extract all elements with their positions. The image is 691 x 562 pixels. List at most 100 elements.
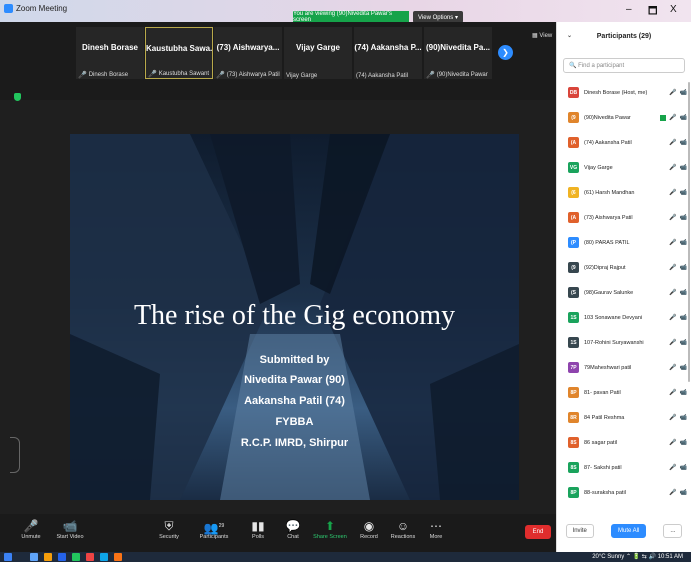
- taskbar-app-icon[interactable]: [30, 553, 38, 561]
- video-tile[interactable]: (74) Aakansha P... (74) Aakansha Patil: [354, 27, 422, 79]
- video-strip: Dinesh Borase 🎤 Dinesh Borase Kaustubha S…: [0, 22, 556, 100]
- chevron-down-icon[interactable]: ⌄: [567, 32, 572, 39]
- participant-row[interactable]: 7P 79Maheshwari patil 🎤 📹: [557, 355, 691, 380]
- participant-row[interactable]: (9 (92)Dipraj Rajput 🎤 📹: [557, 255, 691, 280]
- unmute-button[interactable]: 🎤 Unmute: [18, 518, 44, 540]
- side-panel-handle[interactable]: [10, 437, 20, 473]
- video-tile[interactable]: Dinesh Borase 🎤 Dinesh Borase: [76, 27, 144, 79]
- participant-row[interactable]: (6 (61) Harsh Mandhan 🎤 📹: [557, 180, 691, 205]
- video-off-icon: 📹: [679, 365, 687, 371]
- security-button[interactable]: ⛨ Security: [154, 518, 184, 540]
- mic-icon: 🎤: [669, 140, 677, 146]
- share-screen-icon: ⬆: [324, 519, 336, 533]
- start-video-button[interactable]: 📹 Start Video: [52, 518, 88, 540]
- video-off-icon: 📹: [679, 465, 687, 471]
- mic-muted-icon: 🎤: [669, 415, 677, 421]
- more-icon: ⋯: [430, 519, 442, 533]
- mic-muted-icon: 🎤: [669, 490, 677, 496]
- participant-status-icons: 🎤 📹: [669, 164, 687, 171]
- slide-line: Nivedita Pawar (90): [244, 374, 345, 386]
- zoom-logo-icon: [4, 4, 13, 13]
- taskbar-app-icon[interactable]: [100, 553, 108, 561]
- video-off-icon: 📹: [679, 390, 687, 396]
- next-page-icon[interactable]: ❯: [498, 45, 513, 60]
- participant-status-icons: 🎤 📹: [669, 439, 687, 446]
- participant-row[interactable]: (S (98)Gaurav Salunke 🎤 📹: [557, 280, 691, 305]
- mic-muted-icon: 🎤: [148, 71, 157, 78]
- taskbar-app-icon[interactable]: [58, 553, 66, 561]
- participant-search-input[interactable]: 🔍 Find a participant: [563, 58, 685, 73]
- tile-name: Vijay Garge: [296, 43, 340, 52]
- taskbar-app-icon[interactable]: [44, 553, 52, 561]
- video-tile[interactable]: (73) Aishwarya... 🎤 (73) Aishwarya Patil: [214, 27, 282, 79]
- participant-row[interactable]: VG Vijay Garge 🎤 📹: [557, 155, 691, 180]
- tile-label: 🎤 Kaustubha Sawant: [148, 71, 210, 78]
- mic-muted-icon: 🎤: [669, 290, 677, 296]
- participant-row[interactable]: 8P 88-suraksha patil 🎤 📹: [557, 480, 691, 505]
- participant-status-icons: 🎤 📹: [669, 89, 687, 96]
- video-off-icon: 📹: [679, 115, 687, 121]
- taskbar-app-icon[interactable]: [114, 553, 122, 561]
- windows-start-icon[interactable]: [4, 553, 12, 561]
- close-button[interactable]: X: [670, 4, 677, 15]
- maximize-button[interactable]: 🗖: [648, 4, 658, 21]
- taskbar-app-icon[interactable]: [86, 553, 94, 561]
- participant-row[interactable]: 8R 84 Patil Reshma 🎤 📹: [557, 405, 691, 430]
- video-off-icon: 📹: [679, 140, 687, 146]
- chat-icon: 💬: [285, 519, 301, 533]
- participant-status-icons: 🎤 📹: [669, 214, 687, 221]
- mic-muted-icon: 🎤: [426, 72, 435, 79]
- more-button[interactable]: ⋯ More: [424, 518, 448, 540]
- tile-label: Vijay Garge: [286, 73, 318, 79]
- tile-label: 🎤 Dinesh Borase: [78, 72, 129, 79]
- mic-muted-icon: 🎤: [669, 365, 677, 371]
- participant-row[interactable]: (A (74) Aakansha Patil 🎤 📹: [557, 130, 691, 155]
- video-tile[interactable]: Vijay Garge Vijay Garge: [284, 27, 352, 79]
- scrollbar[interactable]: [688, 82, 690, 382]
- participant-name: Dinesh Borase (Host, me): [584, 89, 648, 96]
- video-off-icon: 📹: [679, 290, 687, 296]
- tile-name: Kaustubha Sawa...: [146, 44, 212, 53]
- mute-all-button[interactable]: Mute All: [610, 524, 647, 538]
- shared-screen-slide: The rise of the Gig economy Submitted by…: [70, 134, 519, 500]
- participant-row[interactable]: 8S 86 sagar patil 🎤 📹: [557, 430, 691, 455]
- participant-row[interactable]: 8S 87- Sakshi patil 🎤 📹: [557, 455, 691, 480]
- participant-name: (98)Gaurav Salunke: [584, 289, 634, 296]
- video-tile-active[interactable]: Kaustubha Sawa... 🎤 Kaustubha Sawant: [145, 27, 213, 79]
- participant-row[interactable]: (9 (90)Nivedita Pawar 🎤 📹: [557, 105, 691, 130]
- participant-status-icons: 🎤 📹: [669, 414, 687, 421]
- participants-button[interactable]: 👥29 Participants: [196, 518, 232, 540]
- participant-row[interactable]: DB Dinesh Borase (Host, me) 🎤 📹: [557, 80, 691, 105]
- invite-button[interactable]: Invite: [565, 524, 594, 538]
- participant-list: DB Dinesh Borase (Host, me) 🎤 📹 (9 (90)Nivedi…: [557, 80, 691, 505]
- more-options-button[interactable]: ...: [663, 524, 683, 538]
- end-button[interactable]: End: [525, 525, 551, 539]
- participant-row[interactable]: (P (80) PARAS PATIL 🎤 📹: [557, 230, 691, 255]
- mic-muted-icon: 🎤: [216, 72, 225, 79]
- polls-button[interactable]: ▮▮ Polls: [246, 518, 270, 540]
- tile-name: Dinesh Borase: [81, 43, 139, 52]
- minimize-button[interactable]: –: [626, 4, 632, 15]
- avatar: (6: [568, 187, 579, 198]
- participant-row[interactable]: 1S 103 Sonawane Devyani 🎤 📹: [557, 305, 691, 330]
- tile-label: 🎤 (90)Nivedita Pawar: [426, 72, 488, 79]
- view-button[interactable]: ▦ View: [532, 32, 552, 39]
- taskbar-app-icon[interactable]: [72, 553, 80, 561]
- video-tile[interactable]: (90)Nivedita Pa... 🎤 (90)Nivedita Pawar: [424, 27, 492, 79]
- reactions-button[interactable]: ☺ Reactions: [388, 518, 418, 540]
- participant-name: 79Maheshwari patil: [584, 364, 632, 371]
- participant-row[interactable]: 8P 81- pavan Patil 🎤 📹: [557, 380, 691, 405]
- mic-muted-icon: 🎤: [669, 115, 677, 121]
- participant-status-icons: 🎤 📹: [669, 239, 687, 246]
- avatar: (S: [568, 287, 579, 298]
- chat-button[interactable]: 💬 Chat: [282, 518, 304, 540]
- participant-row[interactable]: (A (73) Aishwarya Patil 🎤 📹: [557, 205, 691, 230]
- avatar: 1S: [568, 337, 579, 348]
- reactions-icon: ☺: [396, 519, 410, 533]
- mic-muted-icon: 🎤: [78, 72, 87, 79]
- share-screen-button[interactable]: ⬆ Share Screen: [312, 518, 348, 540]
- mic-muted-icon: 🎤: [669, 340, 677, 346]
- participant-row[interactable]: 1S 107-Rohini Suryawanshi 🎤 📹: [557, 330, 691, 355]
- windows-taskbar: 20°C Sunny ⌃ 🔋 ⇆ 🔊 10:51 AM: [0, 552, 691, 562]
- record-button[interactable]: ◉ Record: [356, 518, 382, 540]
